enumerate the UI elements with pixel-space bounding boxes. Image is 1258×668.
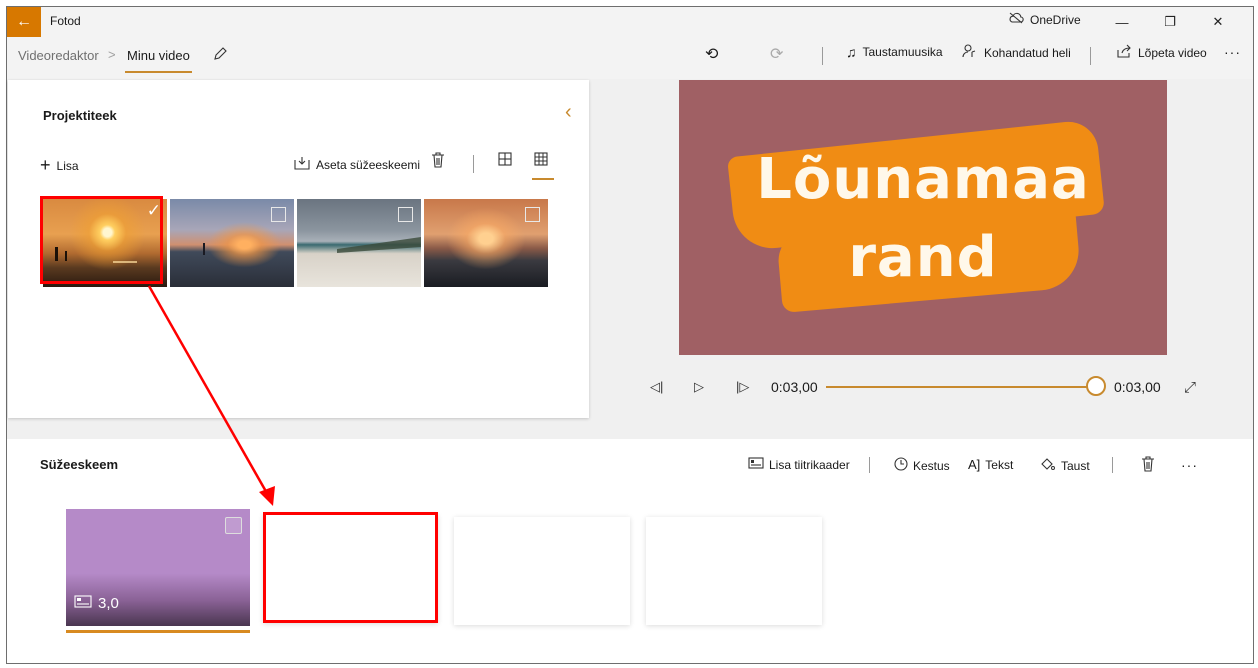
annotation-arrow: [147, 285, 275, 506]
